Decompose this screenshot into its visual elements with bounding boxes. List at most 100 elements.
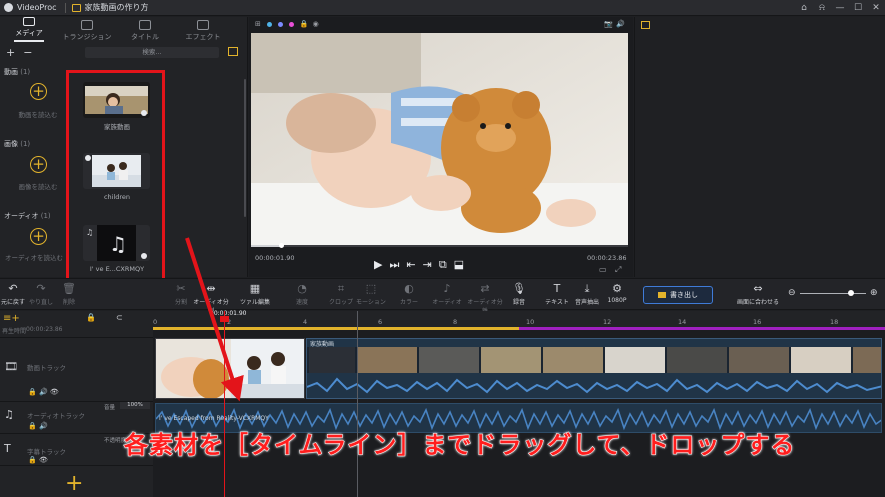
play-icon[interactable]: ▶ <box>374 258 382 272</box>
color-dot-purple[interactable] <box>277 21 283 27</box>
extract-audio-label: 音声抽出 <box>574 299 599 306</box>
tab-title[interactable]: タイトル <box>116 17 174 45</box>
search-input[interactable]: 検索... <box>85 47 219 58</box>
notification-icon[interactable]: ⍾ <box>813 3 831 13</box>
playback-progress-fill <box>251 245 281 247</box>
edit-toolbar: ↶元に戻す ↷やり直し 🗑削除 ✂分割 ⇹オーディオ分割 ▦ツァル編集 ◔速度 … <box>0 278 885 315</box>
volume-value[interactable]: 100% <box>120 402 150 409</box>
color-icon: ◐ <box>404 282 414 295</box>
fit-screen-button[interactable]: ⇔ 画面に合わせる <box>736 282 780 306</box>
audio-track-controls[interactable]: 🔒 🔊 <box>28 422 48 430</box>
preview-frame-image <box>251 33 628 245</box>
library-scrollbar[interactable] <box>244 79 246 217</box>
subtitle-track-name: 字幕トラック <box>27 448 66 456</box>
fit-screen-label: 画面に合わせる <box>736 299 779 306</box>
video-track-controls[interactable]: 🔒 🔊 👁 <box>28 388 59 396</box>
ruler-mark: 10 <box>526 318 535 326</box>
section-video-count: (1) <box>20 68 31 76</box>
add-video-button[interactable]: + <box>30 83 47 100</box>
section-audio-title: オーディオ (1) <box>4 211 51 221</box>
zoom-knob[interactable] <box>848 290 855 296</box>
music-icon: ♫ <box>4 408 14 421</box>
image-clip[interactable] <box>155 338 305 399</box>
work-area-bar[interactable] <box>153 327 885 330</box>
maximize-button[interactable]: ☐ <box>849 3 867 13</box>
instruction-caption: 各素材を［タイムライン］までドラッグして、ドロップする <box>124 431 796 460</box>
camera-icon[interactable]: 📷 <box>604 20 613 28</box>
section-video-label: 動画 <box>4 68 18 76</box>
timeline-timecode: 00:00:23.86 <box>26 326 63 333</box>
ruler-mark: 18 <box>830 318 839 326</box>
project-icon <box>71 3 81 12</box>
track-lock-icon[interactable]: 🔒 <box>86 313 96 322</box>
zoom-slider[interactable]: ⊖ ⊕ <box>788 288 882 300</box>
aspect-icon[interactable]: ▭ <box>599 265 607 274</box>
title-separator <box>64 2 66 13</box>
playback-knob[interactable] <box>279 243 284 248</box>
export-button[interactable]: 書き出し <box>643 286 713 304</box>
color-dot-blue[interactable] <box>266 21 272 27</box>
timeline-header: ≡+ 再生時間 00:00:23.86 🔒 ⊂ <box>0 311 153 337</box>
volume-icon[interactable]: 🔊 <box>616 20 625 28</box>
zoom-in-icon[interactable]: ⊕ <box>870 288 878 298</box>
frame-back-icon[interactable]: ⇤ <box>406 258 415 272</box>
motion-button[interactable]: ⬚ モーション <box>352 282 390 306</box>
motion-icon: ⬚ <box>365 282 377 295</box>
zoom-out-icon[interactable]: ⊖ <box>788 288 796 298</box>
frame-forward-icon[interactable]: ⇥ <box>423 258 432 272</box>
color-button[interactable]: ◐ カラー <box>390 282 428 306</box>
audio-icon: ♪ <box>443 282 451 295</box>
step-forward-icon[interactable]: ⏭ <box>389 258 399 272</box>
record-button[interactable]: 🎙 録音 <box>500 282 538 306</box>
lock-icon[interactable]: 🔒 <box>300 20 309 28</box>
playback-progress-bar[interactable] <box>251 243 628 248</box>
preview-panel: ⊞ 🔒 ◉ 📷 🔊 00:00:01.90 00:00:23.86 ▶ ⏭ ⇤ … <box>249 17 633 277</box>
library-toolbar: + − 検索... <box>0 46 248 59</box>
video-preview[interactable] <box>251 33 628 245</box>
video-track-header: 🎞 動画トラック 🔒 🔊 👁 <box>0 337 153 401</box>
crop-label: クロップ <box>328 299 353 306</box>
section-audio-count: (1) <box>40 212 51 220</box>
add-track-button[interactable]: + <box>65 471 83 496</box>
add-audio-button[interactable]: + <box>30 228 47 245</box>
tab-transition-label: トランジション <box>62 33 112 41</box>
add-track-icon[interactable]: ≡+ <box>3 313 20 324</box>
color-dot-pink[interactable] <box>288 21 294 27</box>
section-image-count: (1) <box>20 140 31 148</box>
timeline: ≡+ 再生時間 00:00:23.86 🔒 ⊂ 0 2 4 6 8 10 12 … <box>0 310 885 497</box>
fullscreen-icon[interactable]: ⤢ <box>615 265 621 275</box>
app-logo-icon <box>4 3 13 12</box>
minimize-button[interactable]: — <box>831 3 849 13</box>
preview-toolbar: ⊞ 🔒 ◉ 📷 🔊 <box>249 17 633 31</box>
home-icon[interactable]: ⌂ <box>795 3 813 13</box>
add-media-button[interactable]: + <box>6 46 15 59</box>
grid-view-icon[interactable] <box>228 47 238 56</box>
tab-effect[interactable]: エフェクト <box>174 17 232 45</box>
audio-button[interactable]: ♪ オーディオ <box>428 282 466 306</box>
grid-icon[interactable]: ⊞ <box>255 20 261 28</box>
total-time: 00:00:23.86 <box>587 254 627 262</box>
add-image-button[interactable]: + <box>30 156 47 173</box>
remove-media-button[interactable]: − <box>23 46 32 59</box>
project-title: 家族動画の作り方 <box>84 3 149 12</box>
tab-transition[interactable]: トランジション <box>58 17 116 45</box>
close-button[interactable]: ✕ <box>867 3 885 13</box>
family-video-clip[interactable]: 家族動画 <box>306 338 882 399</box>
magnet-icon[interactable]: ⊂ <box>116 313 123 322</box>
trash-icon: 🗑 <box>62 282 76 295</box>
ruler-mark: 12 <box>603 318 612 326</box>
tool-edit-button[interactable]: ▦ ツァル編集 <box>236 282 274 306</box>
subtitle-track-controls[interactable]: 🔒 👁 <box>28 456 48 464</box>
snapshot-icon[interactable]: ⧉ <box>439 258 447 272</box>
title-icon <box>139 20 151 30</box>
panel-toggle-icon[interactable] <box>641 21 650 29</box>
speed-button[interactable]: ◔ 速度 <box>283 282 321 306</box>
eye-icon[interactable]: ◉ <box>313 20 319 28</box>
tab-media[interactable]: メディア <box>0 17 58 45</box>
timeline-marker <box>357 311 358 497</box>
export-frame-icon[interactable]: ⬓ <box>454 258 464 272</box>
media-icon <box>23 17 35 27</box>
playhead[interactable] <box>224 311 225 497</box>
resolution-button[interactable]: ⚙ 1080P <box>598 282 636 304</box>
delete-button[interactable]: 🗑 削除 <box>50 282 88 306</box>
